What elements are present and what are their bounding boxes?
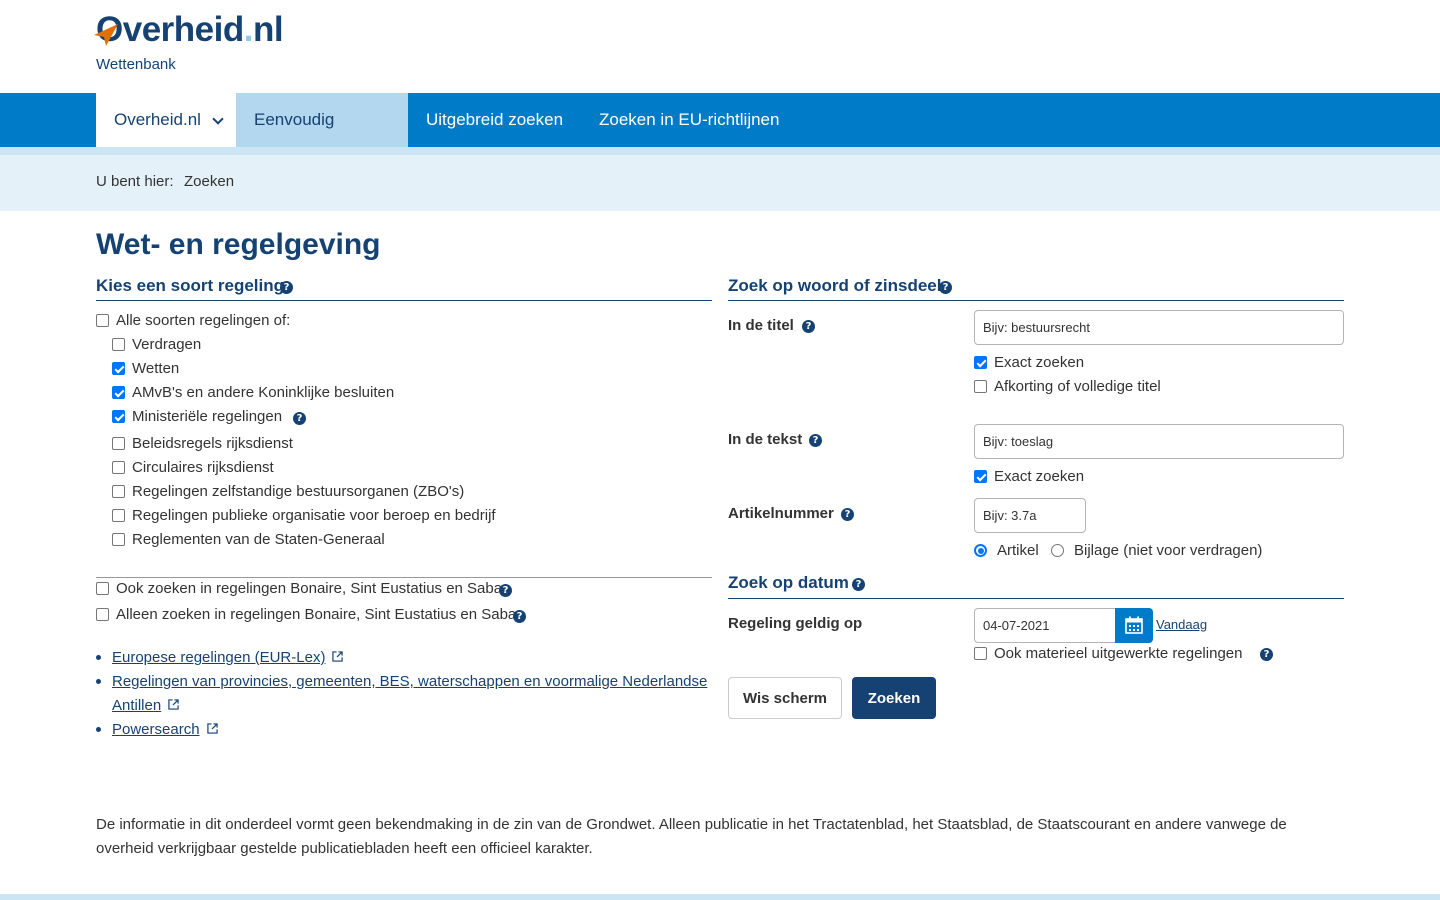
- type-checkbox-verdragen[interactable]: [112, 338, 125, 351]
- search-button[interactable]: Zoeken: [852, 677, 936, 719]
- external-link-icon: [332, 651, 344, 662]
- bes-only-label: Alleen zoeken in regelingen Bonaire, Sin…: [116, 606, 517, 623]
- bullet: [96, 655, 101, 660]
- today-link[interactable]: Vandaag: [1156, 617, 1207, 632]
- section-divider: [96, 300, 712, 301]
- type-label: Reglementen van de Staten-Generaal: [132, 531, 385, 548]
- nav-item-overheid[interactable]: Overheid.nl: [96, 93, 236, 147]
- help-icon[interactable]: ?: [809, 434, 822, 447]
- article-radio[interactable]: [974, 544, 987, 557]
- breadcrumb: U bent hier: Zoeken: [0, 155, 1440, 211]
- clear-button[interactable]: Wis scherm: [728, 677, 842, 719]
- link-eur-lex[interactable]: Europese regelingen (EUR-Lex): [112, 649, 325, 666]
- section-divider: [96, 577, 712, 578]
- help-icon[interactable]: ?: [499, 584, 512, 597]
- bullet: [96, 727, 101, 732]
- main-nav: Overheid.nl Eenvoudig zoeken Uitgebreid …: [0, 93, 1440, 183]
- bes-also-label: Ook zoeken in regelingen Bonaire, Sint E…: [116, 580, 503, 597]
- type-checkbox-amvb[interactable]: [112, 386, 125, 399]
- link-decentrale-regelingen-cont[interactable]: Antillen: [112, 697, 161, 714]
- footer-strip: [0, 894, 1440, 900]
- date-search-title: Zoek op datum: [728, 573, 849, 592]
- type-checkbox-circulaires[interactable]: [112, 461, 125, 474]
- logo-dot: .: [243, 10, 254, 49]
- logo-mark-icon: [94, 24, 118, 46]
- logo-text: Overheid: [96, 10, 244, 49]
- logo[interactable]: Overheid.nl: [94, 10, 284, 49]
- site-header: Overheid.nl Wettenbank: [0, 0, 1440, 93]
- type-label: Wetten: [132, 360, 180, 377]
- nav-item-eenvoudig-zoeken[interactable]: Eenvoudig zoeken: [236, 93, 408, 183]
- title-input[interactable]: [974, 310, 1344, 345]
- chevron-down-icon: [212, 113, 224, 125]
- help-icon[interactable]: ?: [513, 610, 526, 623]
- breadcrumb-current: Zoeken: [184, 173, 235, 190]
- type-label: AMvB's en andere Koninklijke besluiten: [132, 384, 395, 401]
- bes-only-checkbox[interactable]: [96, 608, 109, 621]
- disclaimer: De informatie in dit onderdeel vormt gee…: [96, 816, 1287, 857]
- help-icon[interactable]: ?: [802, 320, 815, 333]
- article-input[interactable]: [974, 498, 1086, 533]
- section-divider: [728, 300, 1344, 301]
- text-input[interactable]: [974, 424, 1344, 459]
- material-label: Ook materieel uitgewerkte regelingen: [994, 645, 1243, 662]
- help-icon[interactable]: ?: [280, 281, 293, 294]
- nav-item-label: Overheid.nl: [114, 110, 201, 129]
- type-label: Regelingen publieke organisatie voor ber…: [132, 507, 496, 524]
- type-checkbox-pbo[interactable]: [112, 509, 125, 522]
- regeling-type-title: Kies een soort regeling: [96, 276, 284, 295]
- external-link-icon: [206, 723, 218, 734]
- page-title: Wet- en regelgeving: [96, 228, 381, 261]
- word-search-title: Zoek op woord of zinsdeel: [728, 276, 942, 295]
- nav-divider: [0, 147, 1440, 155]
- all-types-checkbox[interactable]: [96, 314, 109, 327]
- logo-tld: nl: [252, 10, 284, 49]
- all-types-label: Alle soorten regelingen of:: [116, 312, 291, 329]
- section-divider: [728, 598, 1344, 599]
- help-icon[interactable]: ?: [1260, 648, 1273, 661]
- nav-item-uitgebreid-zoeken[interactable]: Uitgebreid zoeken: [408, 93, 581, 147]
- article-radio-label: Artikel: [997, 542, 1039, 559]
- text-field-label: In de tekst: [728, 431, 803, 448]
- date-input[interactable]: [974, 608, 1117, 643]
- type-label: Beleidsregels rijksdienst: [132, 435, 293, 452]
- type-label: Verdragen: [132, 336, 202, 353]
- help-icon[interactable]: ?: [939, 281, 952, 294]
- title-exact-checkbox[interactable]: [974, 356, 987, 369]
- help-icon[interactable]: ?: [293, 412, 306, 425]
- annex-radio-label: Bijlage (niet voor verdragen): [1074, 542, 1263, 559]
- title-abbrev-label: Afkorting of volledige titel: [994, 378, 1161, 395]
- bullet: [96, 679, 101, 684]
- type-checkbox-zbo[interactable]: [112, 485, 125, 498]
- type-label: Circulaires rijksdienst: [132, 459, 274, 476]
- link-decentrale-regelingen[interactable]: Regelingen van provincies, gemeenten, BE…: [112, 673, 707, 690]
- type-checkbox-staten-generaal[interactable]: [112, 533, 125, 546]
- help-icon[interactable]: ?: [852, 578, 865, 591]
- nav-item-eu-richtlijnen[interactable]: Zoeken in EU-richtlijnen: [581, 93, 797, 147]
- calendar-button[interactable]: [1115, 608, 1153, 643]
- help-icon[interactable]: ?: [841, 508, 854, 521]
- type-label: Regelingen zelfstandige bestuursorganen …: [132, 483, 465, 500]
- breadcrumb-label: U bent hier:: [96, 173, 174, 190]
- title-exact-label: Exact zoeken: [994, 354, 1085, 371]
- material-checkbox[interactable]: [974, 647, 987, 660]
- link-powersearch[interactable]: Powersearch: [112, 721, 200, 738]
- type-checkbox-ministeriele[interactable]: [112, 410, 125, 423]
- text-exact-label: Exact zoeken: [994, 468, 1085, 485]
- bes-also-checkbox[interactable]: [96, 582, 109, 595]
- annex-radio[interactable]: [1051, 544, 1064, 557]
- type-checkbox-beleidsregels[interactable]: [112, 437, 125, 450]
- calendar-icon: [1125, 616, 1143, 634]
- external-link-icon: [168, 699, 179, 710]
- text-exact-checkbox[interactable]: [974, 470, 987, 483]
- title-field-label: In de titel: [728, 317, 794, 334]
- type-checkbox-wetten[interactable]: [112, 362, 125, 375]
- site-subtitle: Wettenbank: [96, 56, 176, 73]
- article-field-label: Artikelnummer: [728, 505, 834, 522]
- title-abbrev-checkbox[interactable]: [974, 380, 987, 393]
- type-label: Ministeriële regelingen: [132, 408, 283, 425]
- valid-on-label: Regeling geldig op: [728, 615, 863, 632]
